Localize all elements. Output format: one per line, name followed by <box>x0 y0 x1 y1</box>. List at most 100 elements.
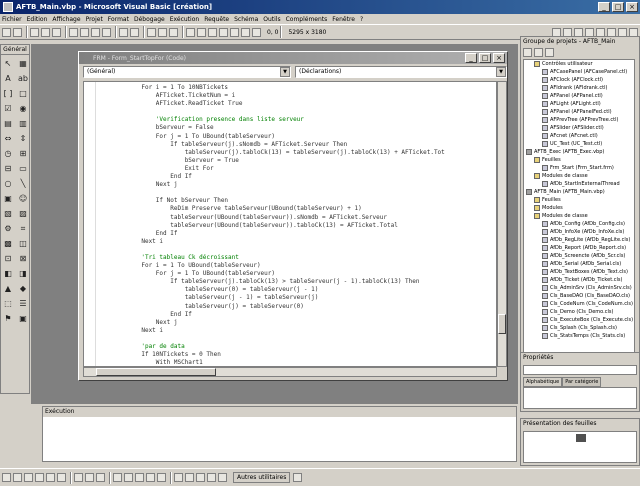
object-selector[interactable] <box>523 365 637 375</box>
data-view-icon[interactable] <box>241 27 250 37</box>
vertical-scrollbar[interactable] <box>497 81 507 367</box>
code-line[interactable] <box>98 108 496 116</box>
tree-node[interactable]: AFCasePanel (AFCasePanel.ctl) <box>524 68 634 76</box>
code-line[interactable]: For i = 1 To 10NBTickets <box>98 84 496 92</box>
toolbox-tool-icon[interactable]: ⌗ <box>17 223 29 235</box>
menu-help[interactable]: ? <box>360 16 363 23</box>
toolbox-tool-icon[interactable]: [ ] <box>2 88 14 100</box>
tree-node[interactable]: AFLight (AFLight.ctl) <box>524 100 634 108</box>
tree-node[interactable]: AfDb_RegLite (AfDb_RegLite.cls) <box>524 236 634 244</box>
undo-icon[interactable] <box>119 27 128 37</box>
toolbox-tool-icon[interactable]: ▧ <box>2 208 14 220</box>
view-code-icon[interactable] <box>523 48 532 57</box>
toolbox-tool-icon[interactable]: ▣ <box>17 313 29 325</box>
code-line[interactable]: If tableServeur(j).tabloCk(13) > tableSe… <box>98 278 496 286</box>
toolbox-tool-icon[interactable]: ab <box>17 73 29 85</box>
tree-node[interactable]: AfDb_Serial (AfDb_Serial.cls) <box>524 260 634 268</box>
code-line[interactable]: 'par de data <box>98 343 496 351</box>
same-size-icon[interactable] <box>96 473 105 482</box>
redo-icon[interactable] <box>130 27 139 37</box>
toolbox-tool-icon[interactable]: ▨ <box>17 208 29 220</box>
tree-node[interactable]: AFcnet (AFcnet.ctl) <box>524 132 634 140</box>
code-line[interactable]: If 10NTickets = 0 Then <box>98 351 496 359</box>
end-icon[interactable] <box>169 27 178 37</box>
add-project-icon[interactable] <box>2 27 11 37</box>
open-icon[interactable] <box>41 27 50 37</box>
toolbox-tool-icon[interactable]: ▣ <box>2 193 14 205</box>
chevron-down-icon[interactable]: ▼ <box>280 67 290 77</box>
send-back-icon[interactable] <box>146 473 155 482</box>
code-line[interactable]: 'Verification presence dans liste serveu… <box>98 116 496 124</box>
tree-node[interactable]: Cls_StatsTemps (Cls_Stats.cls) <box>524 332 634 340</box>
tree-node[interactable]: AFTB_Exec (AFTB_Exec.vbp) <box>524 148 634 156</box>
center-horizontal-icon[interactable] <box>113 473 122 482</box>
menu-requete[interactable]: Requête <box>204 16 229 23</box>
code-line[interactable]: tableServeur(j) = tableServeur(0) <box>98 303 496 311</box>
code-maximize-button[interactable]: □ <box>479 53 491 63</box>
toolbox-tool-icon[interactable]: □ <box>17 88 29 100</box>
align-bottom-icon[interactable] <box>57 473 66 482</box>
menu-edition[interactable]: Edition <box>27 16 48 23</box>
code-line[interactable]: For i = 1 To UBound(tableServeur) <box>98 262 496 270</box>
toolbox-tool-icon[interactable]: ▲ <box>2 283 14 295</box>
margin-indicator-bar[interactable] <box>84 82 96 366</box>
toolbox-tool-icon[interactable]: ▦ <box>17 58 29 70</box>
toolbox-icon[interactable] <box>230 27 239 37</box>
menu-complements[interactable]: Compléments <box>286 16 328 23</box>
tree-node[interactable]: AFIdrank (AFIdrank.ctl) <box>524 84 634 92</box>
code-line[interactable]: Exit For <box>98 165 496 173</box>
tree-node[interactable]: Cls_CodeNum (Cls_CodeNum.cls) <box>524 300 634 308</box>
code-minimize-button[interactable]: _ <box>465 53 477 63</box>
code-line[interactable] <box>98 246 496 254</box>
toolbox-tool-icon[interactable]: ☑ <box>2 103 14 115</box>
tree-node[interactable]: AFPanel (AFPanelFed.ctl) <box>524 108 634 116</box>
tree-node[interactable]: AfDb_Report (AfDb_Report.cls) <box>524 244 634 252</box>
toolbox-tool-icon[interactable]: ◷ <box>2 148 14 160</box>
find-icon[interactable] <box>102 27 111 37</box>
align-top-icon[interactable] <box>35 473 44 482</box>
toolbox-tool-icon[interactable]: ◫ <box>17 238 29 250</box>
tree-node[interactable]: AfDb_Config (AfDb_Config.cls) <box>524 220 634 228</box>
vertical-scroll-thumb[interactable] <box>498 314 506 334</box>
toolbox-tool-icon[interactable]: ⚑ <box>2 313 14 325</box>
tree-node[interactable]: AFSlider (AFSlider.ctl) <box>524 124 634 132</box>
code-line[interactable]: tableServeur(j).tabloCk(13) = tableServe… <box>98 149 496 157</box>
code-line[interactable]: bServeur = True <box>98 157 496 165</box>
grid-icon[interactable] <box>218 473 227 482</box>
tree-node[interactable]: Cls_ExecuteBox (Cls_Execute.cls) <box>524 316 634 324</box>
code-line[interactable]: tableServeur(0) = tableServeur(j - 1) <box>98 286 496 294</box>
code-line[interactable]: If tableServeur(j).sNomdb = AFTicket.Ser… <box>98 141 496 149</box>
toolbox-tool-icon[interactable]: ▤ <box>2 118 14 130</box>
toolbox-tool-icon[interactable]: ⊟ <box>2 163 14 175</box>
toggle-folders-icon[interactable] <box>545 48 554 57</box>
tree-node[interactable]: AFPanel (AFPanel.ctl) <box>524 92 634 100</box>
properties-grid[interactable] <box>523 387 637 409</box>
menu-editor-icon[interactable] <box>30 27 39 37</box>
tree-node[interactable]: AfDb_Ticket (AfDb_Ticket.cls) <box>524 276 634 284</box>
tree-node[interactable]: Contrôles utilisateur <box>524 60 634 68</box>
align-center-icon[interactable] <box>13 473 22 482</box>
copy-icon[interactable] <box>80 27 89 37</box>
code-line[interactable]: tableServeur(j - 1) = tableServeur(j) <box>98 294 496 302</box>
align-left-icon[interactable] <box>2 473 11 482</box>
tree-node[interactable]: Modules <box>524 204 634 212</box>
break-icon[interactable] <box>158 27 167 37</box>
code-line[interactable]: AFTicket.TicketNum = i <box>98 92 496 100</box>
code-line[interactable]: Next i <box>98 327 496 335</box>
tree-node[interactable]: AfDb_InfoXe (AfDb_InfoXe.cls) <box>524 228 634 236</box>
cut-icon[interactable] <box>69 27 78 37</box>
project-tree[interactable]: Contrôles utilisateur AFCasePanel (AFCase… <box>523 59 635 353</box>
project-explorer-icon[interactable] <box>186 27 195 37</box>
immediate-window[interactable]: Exécution <box>42 406 517 462</box>
chevron-down-icon[interactable]: ▼ <box>496 67 506 77</box>
query-icon[interactable] <box>174 473 183 482</box>
bring-front-icon[interactable] <box>135 473 144 482</box>
toolbox-tool-icon[interactable]: ⚙ <box>2 223 14 235</box>
toolbox-tool-icon[interactable]: ○ <box>2 178 14 190</box>
tab-alphabetique[interactable]: Alphabétique <box>523 377 563 387</box>
tree-node[interactable]: Modules de classe <box>524 172 634 180</box>
tree-node[interactable]: AFClock (AFClock.ctl) <box>524 76 634 84</box>
tree-node[interactable]: Feuilles <box>524 196 634 204</box>
menu-format[interactable]: Format <box>108 16 129 23</box>
close-button[interactable]: × <box>626 2 638 12</box>
